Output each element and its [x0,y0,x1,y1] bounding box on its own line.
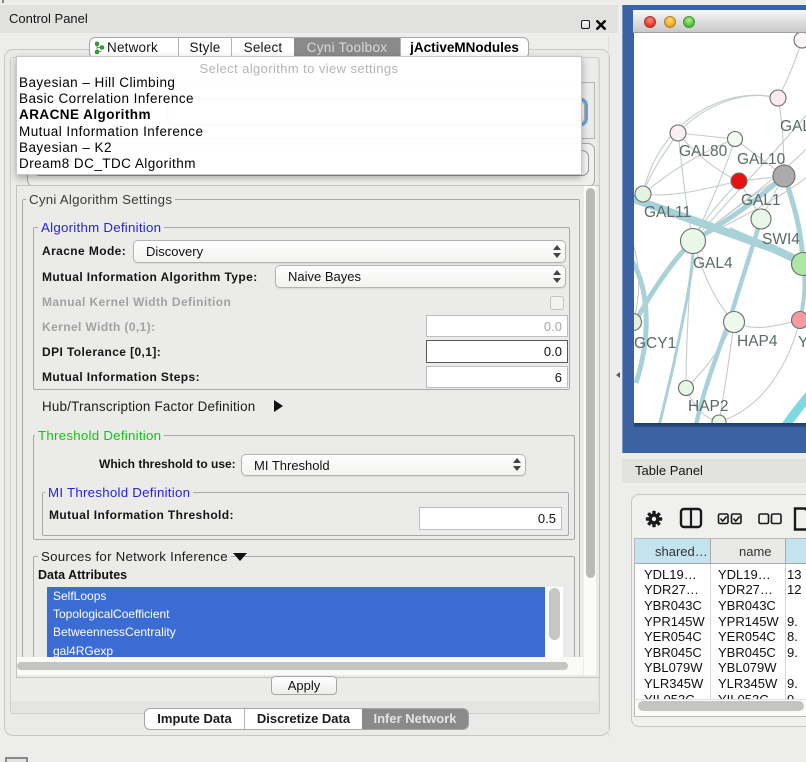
svg-text:GAL7: GAL7 [780,118,806,135]
svg-text:GAL10: GAL10 [737,151,786,168]
svg-text:GCY1: GCY1 [634,335,676,352]
svg-text:GAL4: GAL4 [693,255,733,272]
svg-text:Y: Y [798,334,806,351]
svg-text:GAL1: GAL1 [741,192,781,209]
svg-text:HAP4: HAP4 [737,333,778,350]
svg-text:GAL11: GAL11 [644,204,691,221]
svg-text:SWI4: SWI4 [762,231,800,248]
svg-text:GAL80: GAL80 [679,143,728,160]
svg-text:HAP2: HAP2 [688,398,729,415]
